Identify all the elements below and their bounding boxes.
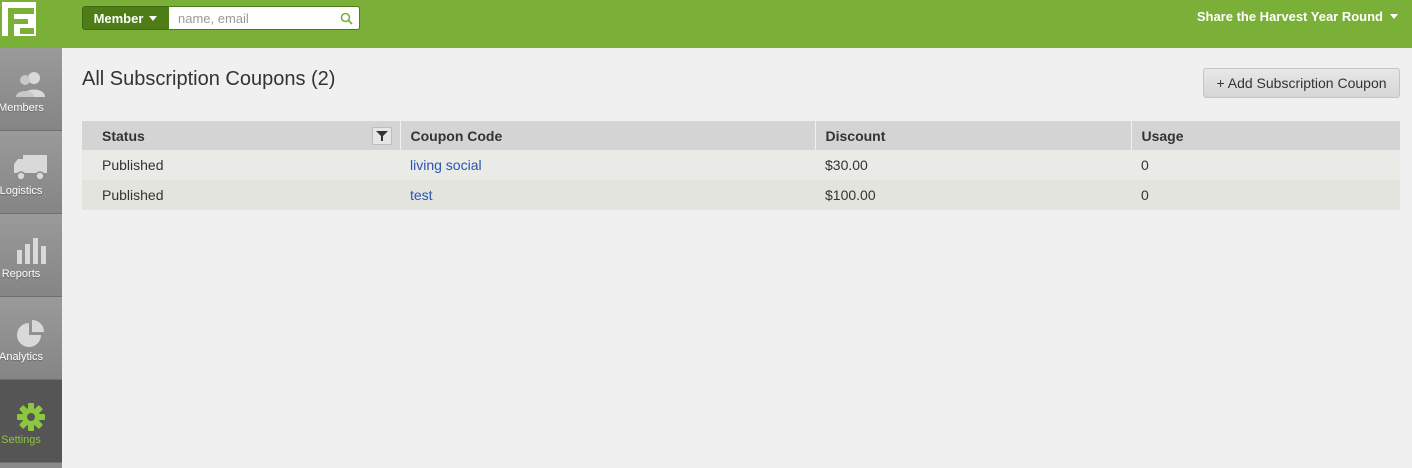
column-header-status[interactable]: Status — [82, 121, 401, 150]
coupon-code-cell: test — [400, 180, 815, 210]
sidebar-item-label: Logistics — [0, 185, 43, 197]
coupons-table: Status Coupon Code Discount Usage Publis… — [82, 121, 1400, 210]
table-row[interactable]: Published test $100.00 0 — [82, 180, 1400, 210]
table-header-row: Status Coupon Code Discount Usage — [82, 121, 1400, 150]
discount-cell: $100.00 — [815, 180, 1131, 210]
usage-cell: 0 — [1131, 180, 1400, 210]
sidebar-item-analytics[interactable]: Analytics — [0, 297, 62, 380]
coupon-code-cell: living social — [400, 150, 815, 180]
sidebar-item-label: Reports — [1, 268, 41, 280]
discount-cell: $30.00 — [815, 150, 1131, 180]
sidebar: Members Logistics Reports Analytics Sett… — [0, 48, 62, 468]
filter-button[interactable] — [371, 127, 392, 145]
gear-icon — [0, 402, 62, 436]
org-menu[interactable]: Share the Harvest Year Round — [1197, 9, 1398, 24]
bar-chart-icon — [0, 236, 62, 270]
status-cell: Published — [82, 150, 400, 180]
sidebar-item-label: Analytics — [0, 351, 44, 363]
add-subscription-coupon-button[interactable]: + Add Subscription Coupon — [1203, 68, 1400, 98]
sidebar-item-members[interactable]: Members — [0, 48, 62, 131]
filter-icon — [375, 131, 388, 141]
logo[interactable] — [0, 0, 38, 38]
page-title: All Subscription Coupons (2) — [82, 68, 336, 90]
sidebar-item-label: Members — [0, 102, 44, 114]
coupon-code-link[interactable]: living social — [410, 157, 482, 173]
logo-icon — [0, 0, 38, 38]
org-name: Share the Harvest Year Round — [1196, 9, 1383, 24]
usage-cell: 0 — [1131, 150, 1400, 180]
table-row[interactable]: Published living social $30.00 0 — [82, 150, 1400, 180]
coupon-code-link[interactable]: test — [410, 187, 433, 203]
sidebar-item-settings[interactable]: Settings — [0, 380, 62, 463]
chevron-down-icon — [1390, 14, 1398, 19]
search-field[interactable] — [168, 6, 360, 30]
top-bar: Member Share the Harvest Year Round — [0, 0, 1412, 48]
chevron-down-icon — [149, 15, 158, 21]
truck-icon — [0, 153, 62, 187]
search-scope-dropdown[interactable]: Member — [82, 6, 169, 30]
column-header-label: Status — [102, 127, 145, 144]
search-input[interactable] — [169, 7, 329, 29]
members-icon — [0, 70, 62, 104]
pie-chart-icon — [0, 319, 62, 353]
column-header-usage[interactable]: Usage — [1131, 121, 1400, 150]
sidebar-item-logistics[interactable]: Logistics — [0, 131, 62, 214]
column-header-discount[interactable]: Discount — [815, 121, 1132, 150]
sidebar-item-label: Settings — [1, 434, 41, 446]
search-icon[interactable] — [340, 12, 353, 25]
status-cell: Published — [82, 180, 400, 210]
sidebar-item-reports[interactable]: Reports — [0, 214, 62, 297]
column-header-coupon-code[interactable]: Coupon Code — [400, 121, 816, 150]
search-scope-label: Member — [93, 10, 144, 26]
